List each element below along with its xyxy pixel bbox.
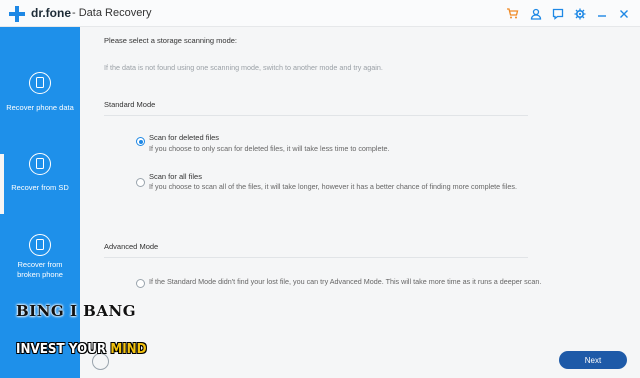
dr-fone-logo-icon: [9, 6, 25, 22]
scan-all-files-title[interactable]: Scan for all files: [149, 172, 202, 181]
sd-card-icon: [29, 153, 51, 175]
watermark-bing-bang: BING I BANG: [16, 302, 137, 320]
sidebar-item-label: Recover from broken phone: [17, 260, 63, 279]
app-title: - Data Recovery: [72, 7, 152, 19]
sidebar-item-recover-from-sd[interactable]: Recover from SD: [0, 153, 80, 198]
advanced-mode-radio[interactable]: [136, 279, 145, 288]
advanced-mode-desc[interactable]: If the Standard Mode didn't find your lo…: [149, 277, 549, 287]
sidebar-item-label: Recover phone data: [6, 103, 74, 112]
scan-all-files-desc: If you choose to scan all of the files, …: [149, 182, 517, 191]
user-icon[interactable]: [528, 6, 543, 21]
sidebar: Recover phone data Recover from SD Recov…: [0, 27, 80, 378]
advanced-mode-title: Advanced Mode: [104, 242, 159, 251]
main-panel: Please select a storage scanning mode: I…: [80, 27, 640, 378]
minimize-icon[interactable]: [594, 6, 609, 21]
title-bar: dr.fone - Data Recovery: [0, 0, 640, 27]
sidebar-item-label: Recover from SD: [11, 183, 69, 192]
settings-icon[interactable]: [572, 6, 587, 21]
brand-name: dr.fone: [31, 6, 72, 20]
watermark-highlight: MIND: [110, 342, 147, 357]
standard-mode-title: Standard Mode: [104, 100, 156, 109]
cart-icon[interactable]: [505, 6, 520, 21]
section-divider: [104, 257, 528, 258]
scan-deleted-files-radio[interactable]: [136, 137, 145, 146]
watermark-text: INVEST YOUR: [16, 342, 111, 357]
scan-deleted-files-title[interactable]: Scan for deleted files: [149, 133, 219, 142]
section-divider: [104, 115, 528, 116]
feedback-icon[interactable]: [550, 6, 565, 21]
close-icon[interactable]: [616, 6, 631, 21]
phone-recover-icon: [29, 72, 51, 94]
watermark-invest-your-mind: INVEST YOUR MIND: [16, 342, 147, 357]
sidebar-item-recover-phone-data[interactable]: Recover phone data: [0, 72, 80, 117]
scan-all-files-radio[interactable]: [136, 178, 145, 187]
broken-phone-icon: [29, 234, 51, 256]
scan-deleted-files-desc: If you choose to only scan for deleted f…: [149, 144, 390, 153]
next-button[interactable]: Next: [559, 351, 627, 369]
scan-mode-hint: If the data is not found using one scann…: [104, 63, 383, 72]
scan-mode-instruction: Please select a storage scanning mode:: [104, 36, 237, 45]
sidebar-item-recover-from-broken-phone[interactable]: Recover from broken phone: [0, 234, 80, 289]
